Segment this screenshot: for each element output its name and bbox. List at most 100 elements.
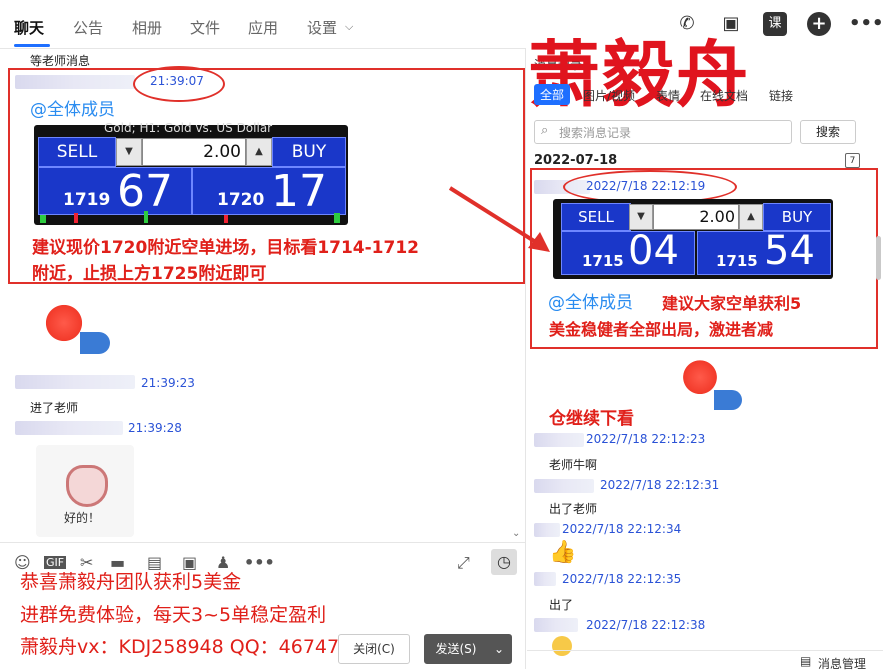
message-manage-link[interactable]: 消息管理	[818, 655, 866, 672]
add-icon[interactable]: +	[807, 12, 831, 36]
search-icon: ⌕	[541, 123, 549, 138]
mention-all[interactable]: @全体成员	[30, 95, 115, 120]
promo-line-3: 萧毅舟vx：KDJ258948 QQ：467477536	[20, 636, 388, 658]
search-button[interactable]: 搜索	[800, 120, 856, 144]
lot-input[interactable]: 2.00	[142, 138, 246, 166]
sell-price[interactable]: 1715 04	[561, 228, 695, 275]
fox-sticker	[668, 352, 748, 424]
msg-time: 2022/7/18 22:12:23	[586, 432, 706, 446]
promo-line-1: 恭喜萧毅舟团队获利5美金	[20, 571, 242, 593]
panel-divider	[525, 48, 526, 669]
candle	[40, 215, 46, 223]
sender-name-blurred	[534, 572, 556, 586]
input-divider	[0, 542, 525, 543]
promo-line-2: 进群免费体验，每天3~5单稳定盈利	[20, 604, 327, 626]
emoji-face-icon	[552, 636, 572, 656]
sell-button[interactable]: SELL	[38, 137, 116, 167]
chat-message: 出了	[549, 598, 574, 612]
history-tab-stickers[interactable]: 表情	[656, 87, 680, 104]
megaphone-icon	[80, 332, 110, 354]
candle	[74, 213, 78, 223]
lot-increase[interactable]: ▲	[739, 204, 763, 230]
history-tab-media[interactable]: 图片/视频	[583, 87, 635, 104]
buy-button[interactable]: BUY	[763, 203, 831, 231]
send-button[interactable]: 发送(S)	[424, 634, 488, 664]
sender-name-blurred	[534, 479, 594, 493]
tab-chat[interactable]: 聊天	[14, 17, 44, 38]
sender-name-blurred	[15, 75, 135, 89]
sender-name-blurred	[534, 433, 584, 447]
chat-message: 老师牛啊	[549, 458, 598, 472]
calendar-icon[interactable]: 7	[845, 153, 860, 168]
lot-input[interactable]: 2.00	[653, 204, 739, 230]
tab-files[interactable]: 文件	[190, 17, 220, 38]
chat-message: 出了老师	[549, 502, 598, 516]
sender-name-blurred	[15, 421, 123, 435]
fox-sticker	[30, 296, 116, 366]
trade-widget: Gold; H1: Gold vs. US Dollar SELL ▼ 2.00…	[34, 121, 348, 225]
history-tab-links[interactable]: 链接	[769, 87, 793, 104]
close-button[interactable]: 关闭(C)	[338, 634, 410, 664]
red-arrow-annotation	[448, 186, 550, 252]
msg-time: 2022/7/18 22:12:31	[600, 478, 720, 492]
candle	[144, 211, 148, 223]
thumbs-up-icon: 👍	[549, 540, 577, 565]
sender-name-blurred	[15, 375, 135, 389]
chart-header: Gold; H1: Gold vs. US Dollar	[104, 121, 273, 135]
chat-tabs: 聊天 公告 相册 文件 应用 设置 ⌵	[0, 0, 525, 49]
sell-price[interactable]: 1719 67	[38, 166, 192, 217]
more-icon[interactable]: •••	[849, 12, 883, 36]
sender-name-blurred	[534, 618, 578, 632]
buy-price[interactable]: 1715 54	[697, 228, 831, 275]
mention-all[interactable]: @全体成员	[548, 288, 633, 313]
more-tools-icon[interactable]: •••	[244, 553, 275, 572]
candle	[334, 213, 340, 223]
signal-text-line3: 仓继续下看	[549, 409, 634, 429]
lot-increase[interactable]: ▲	[246, 138, 272, 166]
tab-apps[interactable]: 应用	[248, 17, 278, 38]
msg-time: 2022/7/18 22:12:35	[562, 572, 682, 586]
tab-album[interactable]: 相册	[132, 17, 162, 38]
scroll-down-icon[interactable]: ⌄	[512, 528, 520, 539]
msg-time: 2022/7/18 22:12:38	[586, 618, 706, 632]
history-search-input[interactable]: ⌕ 搜索消息记录	[534, 120, 792, 144]
message-manage-icon[interactable]: ▤	[800, 654, 811, 668]
history-tab-docs[interactable]: 在线文档	[700, 87, 748, 104]
chevron-down-icon[interactable]: ⌵	[345, 20, 353, 34]
ok-hand-sticker: 好的！	[36, 445, 134, 537]
candle	[224, 215, 228, 223]
sticker-caption: 好的！	[64, 511, 101, 525]
lot-decrease[interactable]: ▼	[629, 204, 653, 230]
hand-icon	[66, 465, 108, 507]
megaphone-icon	[714, 390, 742, 410]
course-icon[interactable]: 课	[763, 12, 787, 36]
status-text: 等老师消息	[30, 54, 91, 68]
sell-button[interactable]: SELL	[561, 203, 631, 231]
tab-notice[interactable]: 公告	[73, 17, 103, 38]
lot-decrease[interactable]: ▼	[116, 138, 142, 166]
trade-widget: SELL ▼ 2.00 ▲ BUY 1715 04 1715 54	[553, 199, 833, 279]
sender-name-blurred	[534, 523, 560, 537]
send-options-chevron-icon[interactable]: ⌄	[486, 634, 512, 664]
history-tab-all[interactable]: 全部	[534, 84, 571, 105]
date-header: 2022-07-18	[534, 153, 618, 168]
buy-button[interactable]: BUY	[272, 137, 346, 167]
msg-time: 2022/7/18 22:12:34	[562, 522, 682, 536]
msg-time: 21:39:23	[141, 376, 195, 390]
signal-text-line2: 美金稳健者全部出局，激进者减	[549, 320, 774, 339]
scrollbar[interactable]	[876, 236, 881, 280]
expand-icon[interactable]: ⤢	[457, 553, 470, 573]
msg-time: 21:39:07	[150, 74, 204, 88]
signal-text-line1: 建议大家空单获利5	[662, 294, 802, 313]
watermark-title: 萧毅舟	[528, 33, 751, 117]
msg-time: 21:39:28	[128, 421, 182, 435]
tab-settings[interactable]: 设置	[307, 17, 337, 38]
chat-message: 进了老师	[30, 401, 79, 415]
signal-text-line2: 附近，止损上方1725附近即可	[32, 264, 267, 284]
signal-text-line1: 建议现价1720附近空单进场，目标看1714-1712	[32, 238, 419, 258]
footer-divider	[527, 650, 883, 651]
buy-price[interactable]: 1720 17	[192, 166, 346, 217]
history-clock-icon[interactable]: ◷	[491, 549, 517, 575]
active-tab-indicator	[14, 44, 50, 47]
msg-time: 2022/7/18 22:12:19	[586, 179, 706, 193]
